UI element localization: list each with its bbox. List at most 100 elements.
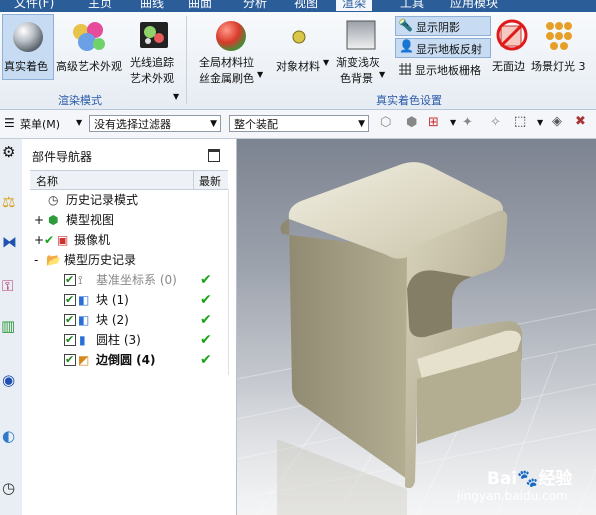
latest-check-icon: ✔ [200,272,212,288]
no-face-edge-icon [496,19,528,51]
cylinder-icon: ▮ [79,333,86,347]
gear-icon[interactable]: ⚙ [2,143,15,161]
ribbon-separator [186,16,187,104]
tree-item-label: 边倒圆 (4) [96,353,156,367]
floor-reflection-icon: 👤 [399,39,414,53]
tree-item-label: 块 (2) [96,313,129,327]
gradient-background-icon [346,20,376,50]
ray-trace-icon [140,22,168,48]
latest-check-icon: ✔ [200,332,212,348]
show-floor-grid-button[interactable]: 显示地板栅格 [395,60,489,78]
selection-filter-combo[interactable]: 没有选择过滤器 ▼ [89,115,221,132]
collapse-icon[interactable]: - [34,250,38,270]
rectangle-select-icon[interactable]: ⬚ [514,114,526,129]
show-floor-reflection-button[interactable]: 👤 显示地板反射 [395,38,491,58]
select-face-icon[interactable]: ✦ [462,115,473,130]
object-material-label: 对象材料 [276,60,320,73]
gradient-background-dropdown-icon[interactable]: ▼ [379,70,385,79]
expand-icon[interactable]: + [34,230,44,250]
tab-surface[interactable]: 曲面 [188,0,212,11]
delete-icon[interactable]: ✖ [575,114,586,129]
visibility-checkbox[interactable] [64,270,76,290]
assembly-scope-combo[interactable]: 整个装配 ▼ [229,115,369,132]
render-mode-dropdown-icon[interactable]: ▼ [173,92,179,101]
web-browser-icon[interactable]: ◉ [2,371,15,389]
reuse-library-icon[interactable]: ▥ [1,317,15,335]
visibility-checkbox[interactable] [64,330,76,350]
tab-home[interactable]: 主页 [88,0,112,11]
selection-filter-value: 没有选择过滤器 [94,118,171,131]
object-material-dropdown-icon[interactable]: ▼ [323,58,329,67]
tree-item-label: 历史记录模式 [66,193,139,207]
latest-check-icon: ✔ [200,292,212,308]
global-material-dropdown-icon[interactable]: ▼ [257,70,263,79]
resource-bar: ⚙ ⚖ ⧓ ⚿ ▥ ◉ ◐ ◷ [0,139,23,515]
global-material-label-1: 全局材料拉 [199,56,254,69]
tab-tools[interactable]: 工具 [400,0,424,11]
watermark-url: jingyan.baidu.com [457,489,568,503]
navigator-tree: ◷ 历史记录模式 + ⬢ 模型视图 + ✔ ▣ 摄像机 - 📂 模型历史记录 ⟟… [30,189,229,375]
tree-item-cameras[interactable]: + ✔ ▣ 摄像机 [30,230,228,250]
tree-item-model-views[interactable]: + ⬢ 模型视图 [30,210,228,230]
assembly-navigator-icon[interactable]: ⚖ [2,193,15,211]
menu-dropdown-icon[interactable]: ▼ [76,118,82,127]
clock-icon[interactable]: ◷ [2,479,15,497]
select-feature-icon[interactable]: ⬡ [380,115,391,130]
gradient-background-label-2: 色背景 [340,72,373,85]
tree-item-datum-csys[interactable]: ⟟ 基准坐标系 (0) ✔ [30,270,228,290]
history-icon[interactable]: ◐ [2,427,15,445]
column-name-header[interactable]: 名称 [36,173,58,189]
show-floor-reflection-label: 显示地板反射 [416,43,482,56]
part-navigator: 部件导航器 名称 最新 ◷ 历史记录模式 + ⬢ 模型视图 + ✔ ▣ 摄像机 … [22,139,237,515]
graphics-viewport[interactable]: Bai🐾经验 jingyan.baidu.com [237,139,596,515]
tree-item-model-history[interactable]: - 📂 模型历史记录 [30,250,228,270]
snap-point-icon[interactable]: ⊞ [428,115,439,130]
render-box-icon[interactable]: ◈ [552,114,562,129]
visibility-checkbox[interactable] [64,350,76,370]
navigator-title: 部件导航器 [32,150,93,164]
ray-trace-label-1: 光线追踪 [130,56,174,69]
true-shading-label: 真实着色 [4,60,48,73]
watermark-brand: Bai🐾经验 [487,464,572,489]
tree-item-cylinder-3[interactable]: ▮ 圆柱 (3) ✔ [30,330,228,350]
watermark-brand-text: Bai [487,469,518,489]
tab-analysis[interactable]: 分析 [243,0,267,11]
select-edge-icon[interactable]: ✧ [490,115,501,130]
menu-button[interactable]: 菜单(M) [20,116,60,132]
sphere-icon [13,22,43,52]
select-body-icon[interactable]: ⬢ [406,115,417,130]
tree-item-block-2[interactable]: ◧ 块 (2) ✔ [30,310,228,330]
advanced-studio-label: 高级艺术外观 [56,60,122,73]
latest-check-icon: ✔ [200,352,212,368]
tree-item-block-1[interactable]: ◧ 块 (1) ✔ [30,290,228,310]
navigator-header: 名称 最新 [30,170,228,190]
rectangle-select-dropdown-icon[interactable]: ▼ [537,118,543,127]
snap-dropdown-icon[interactable]: ▼ [450,118,456,127]
tree-item-edge-blend-4[interactable]: ◩ 边倒圆 (4) ✔ [30,350,228,370]
tab-app-modules[interactable]: 应用模块 [450,0,498,11]
tab-render[interactable]: 渲染 [336,0,373,11]
part-navigator-icon[interactable]: ⚿ [2,277,13,295]
gradient-background-label-1: 渐变浅灰 [336,56,380,69]
scene-lights-icon [546,22,572,50]
material-sphere-icon [216,21,246,51]
expand-icon[interactable]: + [34,210,44,230]
show-shadow-button[interactable]: 🔦 显示阴影 [395,16,491,36]
show-floor-grid-label: 显示地板栅格 [415,64,481,77]
paw-icon: 🐾 [517,469,539,489]
scene-lights-label: 场景灯光 3 [531,60,586,73]
tab-file[interactable]: 文件(F) [14,0,54,11]
history-clock-icon: ◷ [48,193,59,207]
no-face-edges-label: 无面边 [492,60,525,73]
header-divider [193,171,194,189]
tree-item-label: 基准坐标系 (0) [96,273,177,287]
tree-item-history-mode[interactable]: ◷ 历史记录模式 [30,190,228,210]
column-latest-header[interactable]: 最新 [199,173,221,189]
maximize-icon[interactable] [208,149,220,162]
visibility-checkbox[interactable] [64,310,76,330]
tab-view[interactable]: 视图 [294,0,318,11]
visibility-checkbox[interactable] [64,290,76,310]
constraint-navigator-icon[interactable]: ⧓ [2,233,17,251]
tab-curve[interactable]: 曲线 [140,0,164,11]
truth-shading-group-title: 真实着色设置 [376,94,442,107]
